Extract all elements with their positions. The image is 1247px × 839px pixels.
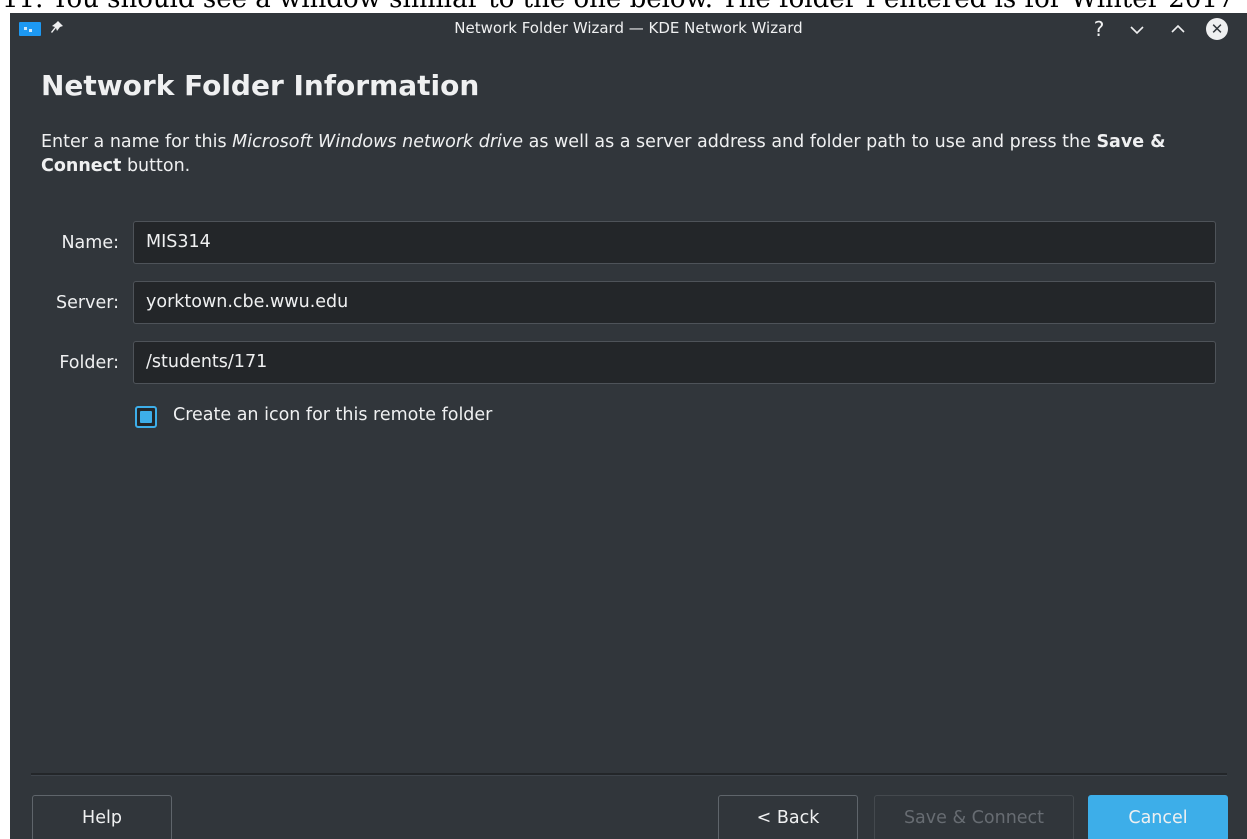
help-button[interactable]: Help <box>32 795 172 839</box>
save-connect-button[interactable]: Save & Connect <box>874 795 1074 839</box>
server-field[interactable]: yorktown.cbe.wwu.edu <box>133 281 1216 324</box>
server-label: Server: <box>56 293 119 313</box>
window-title: Network Folder Wizard — KDE Network Wiza… <box>454 19 803 37</box>
wizard-window: Network Folder Wizard — KDE Network Wiza… <box>10 13 1247 839</box>
name-label: Name: <box>61 233 119 253</box>
help-question-icon[interactable]: ? <box>1087 17 1111 41</box>
desc-text-1: Enter a name for this <box>41 132 233 152</box>
name-field[interactable]: MIS314 <box>133 221 1216 264</box>
desc-text-2: as well as a server address and folder p… <box>523 132 1097 152</box>
desc-text-3: button. <box>121 156 191 176</box>
desc-italic: Microsoft Windows network drive <box>232 132 524 152</box>
button-separator <box>31 773 1227 776</box>
folder-label: Folder: <box>59 353 119 373</box>
close-icon: ✕ <box>1206 18 1228 40</box>
title-bar[interactable]: Network Folder Wizard — KDE Network Wiza… <box>10 13 1247 44</box>
page-title: Network Folder Information <box>41 69 480 102</box>
close-window-button[interactable]: ✕ <box>1205 17 1229 41</box>
create-icon-checkbox[interactable] <box>135 406 157 428</box>
cancel-button[interactable]: Cancel <box>1088 795 1228 839</box>
page-description: Enter a name for this Microsoft Windows … <box>41 130 1221 178</box>
minimize-chevron-down-icon[interactable] <box>1125 17 1149 41</box>
create-icon-label[interactable]: Create an icon for this remote folder <box>173 405 492 425</box>
document-caption-text: 11. You should see a window similar to t… <box>2 0 1234 13</box>
document-caption: 11. You should see a window similar to t… <box>0 0 1247 13</box>
folder-field[interactable]: /students/171 <box>133 341 1216 384</box>
maximize-chevron-up-icon[interactable] <box>1166 17 1190 41</box>
back-button[interactable]: < Back <box>718 795 858 839</box>
